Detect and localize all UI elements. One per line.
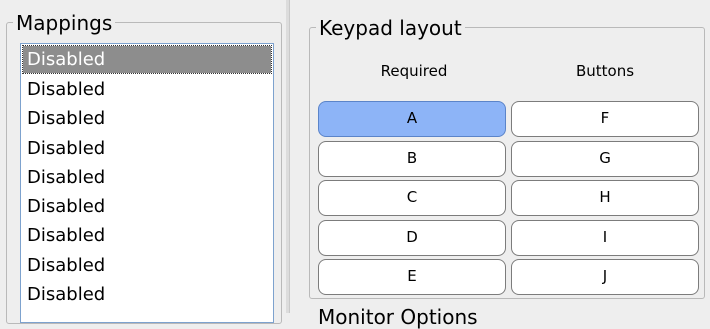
mapping-list-item[interactable]: Disabled (21, 192, 273, 221)
required-column-header: Required (380, 62, 448, 80)
key-button-c[interactable]: C (318, 180, 506, 216)
mappings-list[interactable]: Disabled Disabled Disabled Disabled Disabled… (20, 43, 274, 323)
mapping-list-item[interactable]: Disabled (21, 221, 273, 250)
mapping-list-item[interactable]: Disabled (21, 75, 273, 104)
key-button-e[interactable]: E (318, 259, 506, 295)
key-button-f[interactable]: F (511, 101, 699, 137)
key-button-h[interactable]: H (511, 180, 699, 216)
mapping-list-item[interactable]: Disabled (21, 163, 273, 192)
mappings-title: Mappings (13, 11, 116, 35)
mapping-list-item[interactable]: Disabled (22, 45, 272, 74)
mapping-list-item[interactable]: Disabled (21, 134, 273, 163)
mapping-list-item[interactable]: Disabled (21, 251, 273, 280)
keypad-layout-title: Keypad layout (316, 16, 465, 40)
key-button-d[interactable]: D (318, 219, 506, 256)
next-section-title: Monitor Options (318, 305, 478, 329)
mapping-list-item[interactable]: Disabled (21, 104, 273, 133)
key-button-b[interactable]: B (318, 140, 506, 177)
keypad-panel: Keypad layout Required Buttons ABCDE FGHI… (289, 0, 710, 329)
key-button-i[interactable]: I (511, 219, 699, 256)
buttons-column-header: Buttons (575, 62, 635, 80)
mappings-panel: Mappings Disabled Disabled Disabled Disable… (0, 0, 286, 324)
key-button-j[interactable]: J (511, 259, 699, 295)
key-button-g[interactable]: G (511, 140, 699, 177)
key-button-a[interactable]: A (318, 101, 506, 137)
mapping-list-item[interactable]: Disabled (21, 280, 273, 309)
